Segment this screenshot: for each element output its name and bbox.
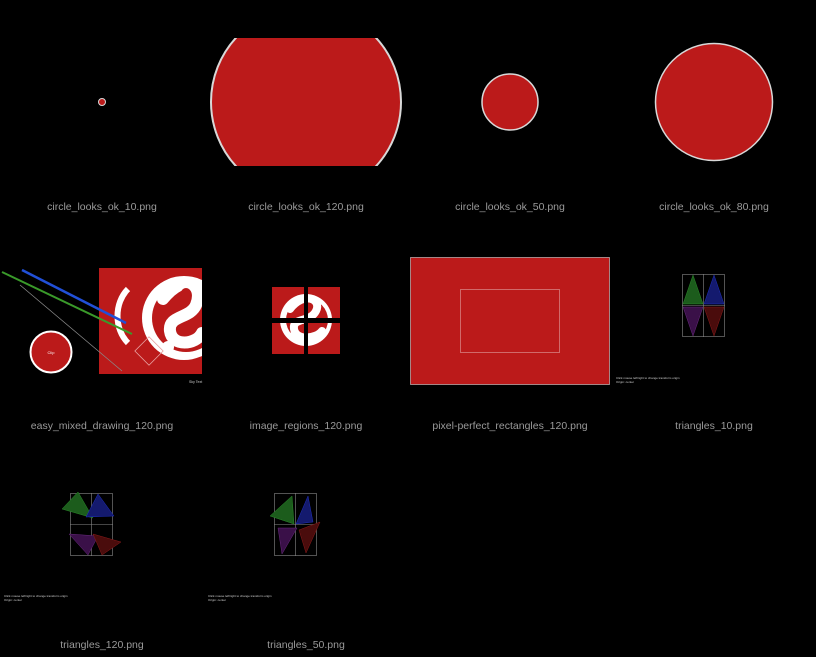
thumbnail-circle-120	[210, 38, 402, 166]
thumbnail-triangles-10: Click mouse left/right to change transfo…	[616, 274, 725, 384]
hint-text-2: Origin: center	[208, 598, 226, 602]
circle-label: Clip	[48, 350, 56, 355]
file-name: circle_looks_ok_50.png	[455, 201, 565, 213]
thumbnail-circle-50	[481, 73, 539, 131]
thumbnail-mixed-drawing: Clip Sky Text	[1, 268, 202, 384]
thumbnail-circle-80	[654, 42, 774, 162]
gallery-item-circle-120[interactable]: circle_looks_ok_120.png	[204, 0, 408, 219]
hint-text-2: Origin: center	[616, 380, 634, 384]
gallery-item-pixel-perfect-rectangles[interactable]: pixel-perfect_rectangles_120.png	[408, 219, 612, 438]
thumbnail-image-regions	[272, 287, 340, 354]
gallery-item-triangles-50[interactable]: Click mouse left/right to change transfo…	[204, 438, 408, 657]
gallery-item-mixed-drawing[interactable]: Clip Sky Text easy_mixed_drawing_120.png	[0, 219, 204, 438]
file-name: triangles_10.png	[675, 420, 753, 432]
corner-text: Sky Text	[189, 380, 202, 384]
file-name: triangles_50.png	[267, 639, 345, 651]
file-name: circle_looks_ok_10.png	[47, 201, 157, 213]
thumbnail-pixel-perfect-rectangles	[410, 257, 610, 385]
gallery-item-circle-10[interactable]: circle_looks_ok_10.png	[0, 0, 204, 219]
hint-text-2: Origin: center	[4, 598, 22, 602]
thumbnail-triangles-120: Click mouse left/right to change transfo…	[4, 491, 122, 602]
file-name: circle_looks_ok_120.png	[248, 201, 364, 213]
file-name: circle_looks_ok_80.png	[659, 201, 769, 213]
gallery-item-image-regions[interactable]: image_regions_120.png	[204, 219, 408, 438]
thumbnail-triangles-50: Click mouse left/right to change transfo…	[208, 493, 321, 602]
thumbnail-circle-10	[98, 98, 106, 106]
gallery-item-triangles-120[interactable]: Click mouse left/right to change transfo…	[0, 438, 204, 657]
file-name: easy_mixed_drawing_120.png	[30, 420, 174, 432]
file-name: pixel-perfect_rectangles_120.png	[432, 420, 588, 432]
file-name: image_regions_120.png	[249, 420, 363, 432]
file-name: triangles_120.png	[60, 639, 144, 651]
gallery-item-circle-50[interactable]: circle_looks_ok_50.png	[408, 0, 612, 219]
gallery-item-triangles-10[interactable]: Click mouse left/right to change transfo…	[612, 219, 816, 438]
gallery-item-circle-80[interactable]: circle_looks_ok_80.png	[612, 0, 816, 219]
